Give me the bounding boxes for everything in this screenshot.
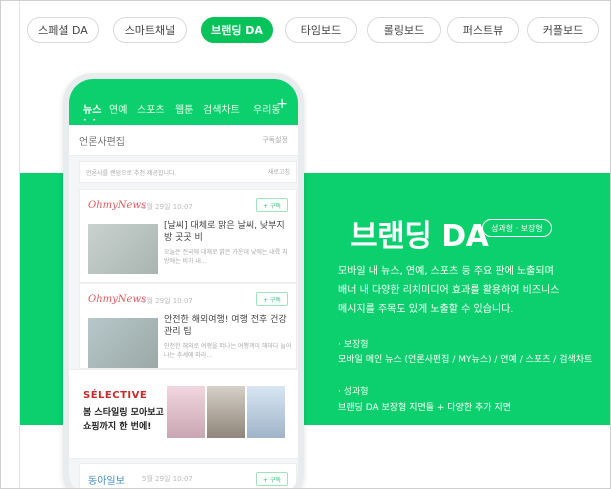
card-date: 5월 29일 10:07	[142, 203, 193, 211]
description-line: 배너 내 다양한 리치미디어 효과를 활용하여 비즈니스	[338, 285, 560, 296]
news-card[interactable]: OhmyNews 5월 29일 10:07 + 구독 안전한 해외여행! 여행 …	[79, 283, 297, 369]
notice-text: 언론사를 랜덤으로 추천 제공합니다.	[86, 170, 177, 177]
ad-copy-line: 쇼핑까지 한 번에!	[83, 422, 152, 432]
press-logo: 동아일보	[88, 476, 125, 487]
tab-timeboard[interactable]: 타임보드	[285, 17, 357, 43]
tab-smart-channel[interactable]: 스마트채널	[113, 17, 187, 43]
ad-copy-line: 봄 스타일링 모아보고	[83, 408, 164, 418]
ad-model-image	[247, 386, 285, 438]
press-section-header: 언론사편집 구독설정	[69, 125, 298, 156]
ad-copy: 봄 스타일링 모아보고 쇼핑까지 한 번에!	[83, 406, 164, 434]
phone-nav-bar: 뉴스 연예 스포츠 웹툰 검색차트 우리동 • • +	[69, 79, 298, 125]
branding-ad-banner[interactable]: SÉLECTIVE 봄 스타일링 모아보고 쇼핑까지 한 번에!	[69, 369, 298, 459]
tab-rollingboard[interactable]: 롤링보드	[367, 17, 441, 43]
performance-label: · 성과형	[338, 387, 369, 397]
description: 모바일 내 뉴스, 연예, 스포츠 등 주요 판에 노출되며 배너 내 다양한 …	[338, 262, 559, 319]
subscribe-button[interactable]: + 구독	[256, 198, 288, 212]
press-title: 언론사편집	[79, 137, 125, 148]
news-headline: [날씨] 대체로 맑은 날씨, 낮부지 방 곳곳 비	[164, 221, 285, 243]
news-excerpt: 오늘은 전국에 대체로 맑은 가운데 낮에는 내륙 지방에는 비가 내...	[164, 249, 288, 265]
page-title: 브랜딩 DA	[350, 219, 489, 254]
guaranteed-label: · 보장형	[338, 340, 369, 350]
nav-item-webtoon[interactable]: 웹툰	[175, 101, 193, 116]
news-headline: 안전한 해외여행! 여행 전후 건강 관리 팁	[164, 315, 287, 337]
guaranteed-text: 모바일 메인 뉴스 (언론사편집 / MY뉴스) / 연예 / 스포츠 / 검색…	[338, 355, 593, 365]
nav-item-entertainment[interactable]: 연예	[109, 101, 127, 116]
phone-mockup: 뉴스 연예 스포츠 웹툰 검색차트 우리동 • • + 언론사편집 구독설정 언…	[63, 73, 304, 488]
tab-branding-da[interactable]: 브랜딩 DA	[201, 17, 273, 43]
news-card[interactable]: OhmyNews 5월 29일 10:07 + 구독 [날씨] 대체로 맑은 날…	[79, 189, 297, 283]
subscribe-button[interactable]: + 구독	[256, 472, 288, 486]
description-line: 모바일 내 뉴스, 연예, 스포츠 등 주요 판에 노출되며	[338, 266, 554, 277]
refresh-button[interactable]: 새로고침	[268, 167, 290, 176]
subscribe-setting-button[interactable]: 구독설정	[262, 135, 288, 145]
recommend-notice: 언론사를 랜덤으로 추천 제공합니다. 새로고침	[79, 161, 297, 183]
performance-text: 브랜딩 DA 보장형 지면들 + 다양한 추가 지면	[338, 403, 511, 413]
nav-item-news[interactable]: 뉴스	[83, 101, 101, 116]
news-thumbnail	[88, 224, 158, 274]
news-card[interactable]: 동아일보 5월 29일 10:07 + 구독	[79, 463, 297, 488]
news-excerpt: 안전한 해외로 여행을 떠나는 여행객이 해마다 늘어나는 추세에 따라...	[164, 343, 292, 359]
ad-model-image	[207, 386, 245, 438]
nav-item-sports[interactable]: 스포츠	[137, 101, 165, 116]
press-logo: OhmyNews	[88, 200, 147, 211]
press-logo: OhmyNews	[88, 294, 147, 305]
page-frame: 스페셜 DA 스마트채널 브랜딩 DA 타임보드 롤링보드 퍼스트뷰 커플보드 …	[0, 0, 611, 489]
card-date: 5월 29일 10:07	[142, 297, 193, 305]
nav-item-search-chart[interactable]: 검색차트	[203, 101, 240, 116]
tab-firstview[interactable]: 퍼스트뷰	[447, 17, 519, 43]
add-menu-icon[interactable]: +	[276, 96, 288, 112]
ad-brand-logo: SÉLECTIVE	[83, 390, 148, 401]
tab-coupleboard[interactable]: 커플보드	[527, 17, 599, 43]
news-thumbnail	[88, 318, 158, 368]
tab-special-da[interactable]: 스페셜 DA	[27, 17, 99, 43]
active-tab-dots: • •	[83, 117, 98, 124]
subscribe-button[interactable]: + 구독	[256, 292, 288, 306]
ad-model-image	[167, 386, 205, 438]
type-badge: 성과형 · 보장형	[482, 219, 552, 237]
description-line: 메시지를 주목도 있게 노출할 수 있습니다.	[338, 304, 514, 315]
card-date: 5월 29일 10:07	[142, 475, 193, 483]
